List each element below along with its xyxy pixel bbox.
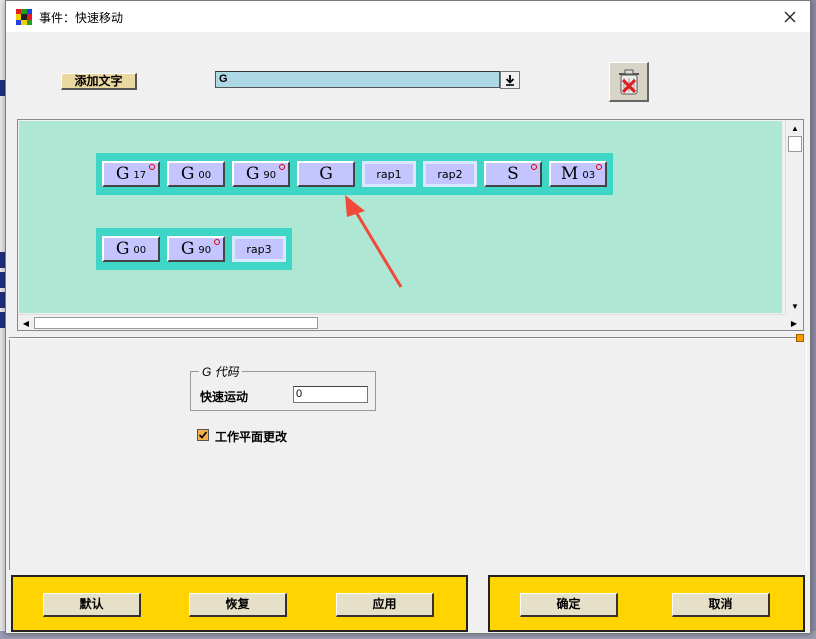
token-label: rap3 — [246, 242, 272, 256]
left-button-bar: 默认 恢复 应用 — [11, 575, 468, 632]
scroll-left-arrow-icon[interactable]: ◀ — [18, 315, 34, 331]
vertical-scrollbar[interactable]: ▲ ▼ — [785, 120, 803, 314]
gcode-token[interactable]: G 90 — [232, 161, 290, 187]
close-icon — [784, 11, 796, 22]
gcode-token[interactable]: G 90 — [167, 236, 225, 262]
token-value: 17 — [133, 170, 147, 181]
cancel-button[interactable]: 取消 — [672, 593, 770, 617]
modified-marker-icon — [149, 164, 155, 170]
token-value: 90 — [198, 245, 212, 256]
token-row-2: G 00 G 90 rap3 — [96, 228, 292, 270]
token-label: rap2 — [437, 167, 463, 181]
horizontal-scrollbar[interactable]: ◀ ▶ — [18, 314, 797, 331]
token-row-1: G 17 G 00 G 90 Grap1 rap2 S M 03 — [96, 153, 613, 195]
trash-delete-icon — [618, 69, 639, 94]
event-canvas[interactable]: G 17 G 00 G 90 Grap1 rap2 S M 03 G 00 G 90 rap3 — [19, 121, 782, 313]
scroll-right-arrow-icon[interactable]: ▶ — [786, 315, 802, 331]
gcode-token[interactable]: G — [297, 161, 355, 187]
dropdown-button[interactable] — [500, 71, 520, 89]
token-label: G — [245, 164, 260, 184]
token-label: G — [319, 164, 333, 184]
token-value: 00 — [198, 170, 212, 181]
checkmark-icon — [198, 431, 208, 439]
right-button-bar: 确定 取消 — [488, 575, 805, 632]
gcode-select[interactable]: G — [215, 71, 500, 88]
token-label: G — [180, 164, 195, 184]
scroll-down-arrow-icon[interactable]: ▼ — [787, 298, 803, 314]
vertical-scroll-thumb[interactable] — [788, 136, 802, 152]
token-label: rap1 — [376, 167, 402, 181]
apply-button[interactable]: 应用 — [336, 593, 434, 617]
token-label: G — [115, 239, 130, 259]
rapid-variable-token[interactable]: rap1 — [362, 161, 416, 187]
token-value: 00 — [133, 245, 147, 256]
splitter[interactable] — [9, 337, 799, 339]
groupbox-title: G 代码 — [199, 363, 242, 380]
ok-button[interactable]: 确定 — [520, 593, 618, 617]
event-canvas-frame: G 17 G 00 G 90 Grap1 rap2 S M 03 G 00 G 90 rap3 ▲ ▼ ◀ … — [17, 119, 804, 331]
event-dialog: 事件：快速移动 添加文字 G G 17 G 00 G 90 Grap1 rap2 S M 03 G0… — [5, 0, 811, 634]
gcode-token[interactable]: M 03 — [549, 161, 607, 187]
gcode-token[interactable]: S — [484, 161, 542, 187]
default-button[interactable]: 默认 — [43, 593, 141, 617]
close-button[interactable] — [770, 1, 810, 32]
token-label: G — [180, 239, 195, 259]
plane-change-label: 工作平面更改 — [215, 430, 288, 444]
properties-panel — [9, 340, 807, 570]
rapid-variable-token[interactable]: rap2 — [423, 161, 477, 187]
gcode-token[interactable]: G 00 — [167, 161, 225, 187]
gcode-token[interactable]: G 17 — [102, 161, 160, 187]
app-icon — [16, 9, 32, 25]
rapid-variable-token[interactable]: rap3 — [232, 236, 286, 262]
scroll-up-arrow-icon[interactable]: ▲ — [787, 120, 803, 136]
token-label: G — [115, 164, 130, 184]
gcode-token[interactable]: G 00 — [102, 236, 160, 262]
modified-marker-icon — [214, 239, 220, 245]
add-text-button[interactable]: 添加文字 — [61, 73, 137, 90]
token-label: S — [507, 164, 519, 184]
modified-marker-icon — [596, 164, 602, 170]
download-arrow-icon — [505, 75, 515, 86]
modified-marker-icon — [531, 164, 537, 170]
modified-marker-icon — [279, 164, 285, 170]
rapid-motion-input[interactable]: 0 — [293, 386, 368, 403]
delete-button[interactable] — [609, 62, 649, 102]
rapid-motion-label: 快速运动 — [200, 390, 249, 404]
token-value: 90 — [263, 170, 277, 181]
plane-change-checkbox[interactable] — [197, 429, 209, 441]
token-value: 03 — [582, 170, 596, 181]
horizontal-scroll-thumb[interactable] — [34, 317, 318, 329]
annotation-arrow — [345, 195, 403, 288]
title-bar: 事件：快速移动 — [6, 1, 810, 32]
restore-button[interactable]: 恢复 — [189, 593, 287, 617]
window-title: 事件：快速移动 — [39, 11, 124, 25]
token-label: M — [560, 164, 579, 184]
